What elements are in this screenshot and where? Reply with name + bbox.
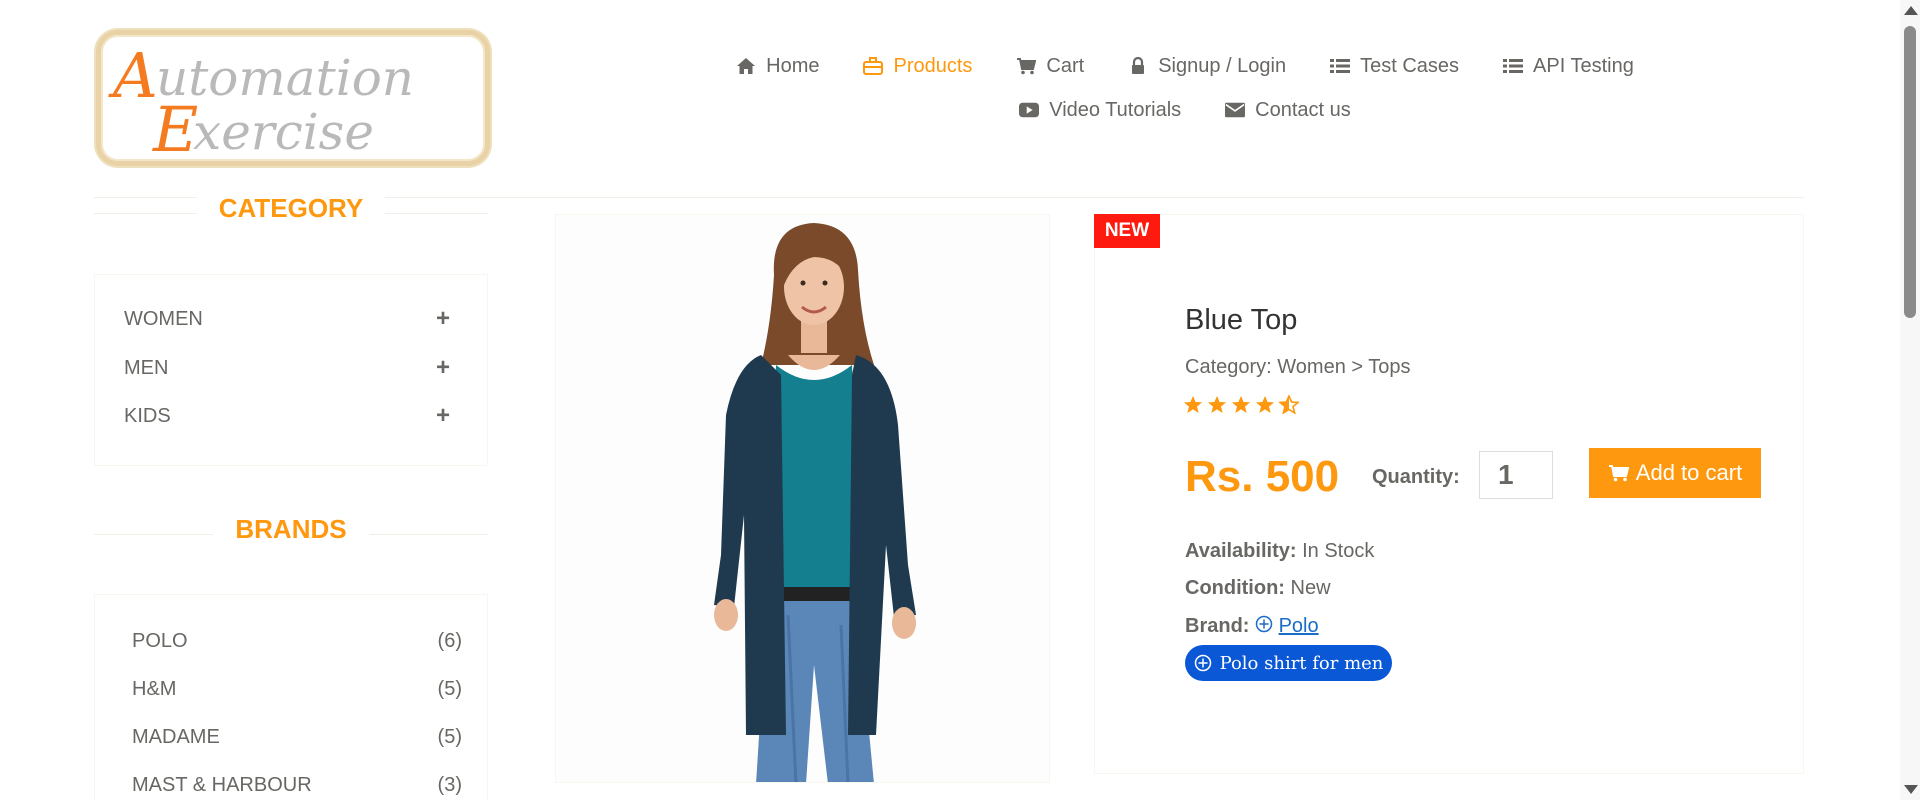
category-label: WOMEN (124, 307, 203, 330)
star-icon (1256, 396, 1274, 413)
circle-plus-icon (1255, 615, 1273, 633)
product-price: Rs. 500 (1185, 452, 1340, 501)
site-logo[interactable]: A utomation E xercise (96, 30, 490, 166)
envelope-icon (1225, 100, 1246, 120)
category-label: KIDS (124, 404, 171, 427)
scroll-down-arrow-icon[interactable] (1904, 785, 1918, 794)
nav-video-tutorials[interactable]: Video Tutorials (1019, 99, 1181, 122)
nav-test-cases[interactable]: Test Cases (1330, 55, 1459, 78)
quantity-input[interactable] (1479, 451, 1553, 499)
main-nav: Home Products Cart Signup / Login Test C… (680, 44, 1690, 132)
lock-icon (1128, 56, 1148, 76)
scrollbar-thumb[interactable] (1904, 26, 1916, 318)
nav-api-testing-label: API Testing (1533, 54, 1634, 77)
category-heading: CATEGORY (94, 193, 488, 233)
nav-home[interactable]: Home (736, 55, 819, 78)
availability-label: Availability: (1185, 540, 1297, 562)
availability-value: In Stock (1302, 540, 1375, 562)
category-heading-text: CATEGORY (196, 193, 386, 223)
nav-api-testing[interactable]: API Testing (1503, 55, 1634, 78)
nav-cart-label: Cart (1046, 54, 1085, 77)
page-scrollbar[interactable] (1900, 0, 1920, 800)
product-image (555, 214, 1050, 783)
brand-madame[interactable]: MADAME (5) (132, 722, 462, 752)
brands-panel: POLO (6) H&M (5) MADAME (5) MAST & HARBO… (94, 594, 488, 800)
brand-count: (5) (437, 725, 462, 748)
cart-icon (1608, 465, 1630, 482)
category-label: MEN (124, 356, 169, 379)
brand-name: MAST & HARBOUR (132, 773, 312, 796)
expand-plus-icon[interactable]: + (436, 354, 450, 382)
category-panel: WOMEN + MEN + KIDS + (94, 274, 488, 466)
brand-mast-harbour[interactable]: MAST & HARBOUR (3) (132, 770, 462, 800)
brand-count: (3) (437, 773, 462, 796)
brand-name: POLO (132, 629, 188, 652)
list-icon (1503, 56, 1524, 76)
brand-name: MADAME (132, 725, 220, 748)
nav-cart[interactable]: Cart (1016, 55, 1084, 78)
home-icon (736, 56, 756, 76)
brand-name: H&M (132, 677, 177, 700)
nav-row-1: Home Products Cart Signup / Login Test C… (680, 44, 1690, 88)
expand-plus-icon[interactable]: + (436, 305, 450, 333)
product-name: Blue Top (1185, 304, 1298, 336)
quantity-label: Quantity: (1372, 466, 1460, 488)
expand-plus-icon[interactable]: + (436, 402, 450, 430)
brands-heading-text: BRANDS (213, 514, 369, 544)
brands-heading: BRANDS (94, 514, 488, 554)
logo-wordmark: A utomation E xercise (108, 39, 414, 161)
nav-signup-label: Signup / Login (1158, 54, 1287, 77)
svg-text:xercise: xercise (193, 103, 374, 161)
star-icon (1208, 396, 1226, 413)
nav-row-2: Video Tutorials Contact us (680, 88, 1690, 132)
nav-video-label: Video Tutorials (1049, 98, 1182, 121)
brand-count: (6) (437, 629, 462, 652)
nav-products[interactable]: Products (863, 55, 972, 78)
cart-icon (1016, 56, 1037, 76)
category-women[interactable]: WOMEN + (124, 304, 464, 334)
star-half-icon (1279, 395, 1299, 414)
star-icon (1232, 396, 1250, 413)
brand-label: Brand: (1185, 615, 1250, 637)
nav-signup-login[interactable]: Signup / Login (1128, 55, 1286, 78)
condition-label: Condition: (1185, 577, 1285, 599)
briefcase-icon (863, 56, 884, 76)
product-category: Category: Women > Tops (1185, 356, 1411, 378)
nav-home-label: Home (766, 54, 820, 77)
svg-text:E: E (152, 93, 198, 161)
scroll-up-arrow-icon[interactable] (1904, 6, 1918, 15)
star-icon (1184, 396, 1202, 413)
nav-contact-label: Contact us (1255, 98, 1351, 121)
category-men[interactable]: MEN + (124, 353, 464, 383)
nav-products-label: Products (893, 54, 973, 77)
condition-row: Condition: New (1185, 577, 1331, 600)
add-to-cart-label: Add to cart (1635, 460, 1743, 485)
condition-value: New (1290, 577, 1331, 599)
circle-plus-icon (1194, 654, 1211, 672)
nav-contact-us[interactable]: Contact us (1225, 99, 1351, 122)
brand-row: Brand: Polo (1185, 615, 1319, 638)
brand-count: (5) (437, 677, 462, 700)
youtube-play-icon (1019, 100, 1040, 120)
polo-shirt-link[interactable]: Polo shirt for men (1185, 645, 1392, 681)
brand-link[interactable]: Polo (1279, 615, 1319, 637)
product-photo-illustration (714, 223, 916, 782)
brand-polo[interactable]: POLO (6) (132, 626, 462, 656)
svg-text:A: A (108, 39, 158, 112)
category-kids[interactable]: KIDS + (124, 401, 464, 431)
brand-hm[interactable]: H&M (5) (132, 674, 462, 704)
polo-shirt-link-label: Polo shirt for men (1219, 652, 1384, 674)
new-badge: NEW (1094, 214, 1160, 248)
availability-row: Availability: In Stock (1185, 540, 1374, 563)
rating-stars (1183, 395, 1299, 414)
list-icon (1330, 56, 1351, 76)
nav-test-cases-label: Test Cases (1360, 54, 1460, 77)
add-to-cart-button[interactable]: Add to cart (1589, 448, 1761, 498)
